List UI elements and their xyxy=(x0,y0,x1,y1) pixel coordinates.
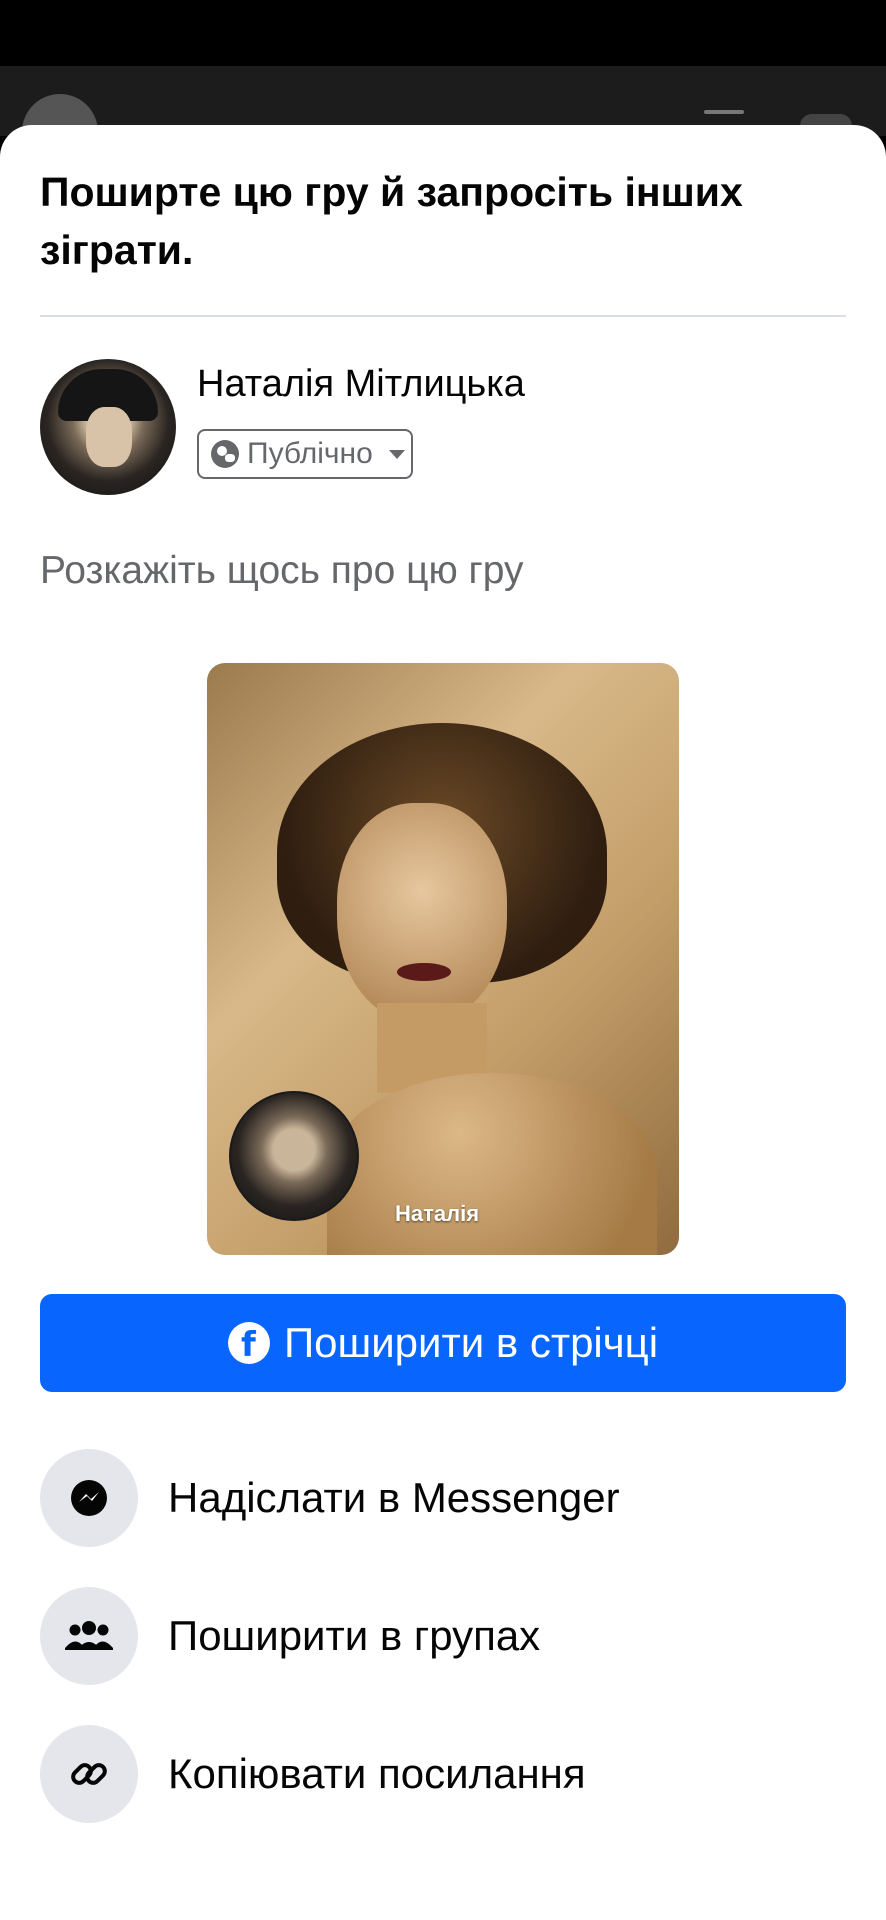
player-avatar xyxy=(229,1091,359,1221)
status-bar xyxy=(0,0,886,66)
copy-link-label: Копіювати посилання xyxy=(168,1750,586,1797)
copy-link-button[interactable]: Копіювати посилання xyxy=(40,1724,846,1824)
game-preview-image: Наталія xyxy=(207,663,679,1255)
menu-icon xyxy=(704,110,744,114)
share-bottom-sheet: Поширте цю гру й запросіть інших зіграти… xyxy=(0,125,886,1920)
send-in-messenger-label: Надіслати в Messenger xyxy=(168,1474,620,1521)
privacy-label: Публічно xyxy=(247,437,373,470)
privacy-selector[interactable]: Публічно xyxy=(197,429,413,479)
sheet-title: Поширте цю гру й запросіть інших зіграти… xyxy=(40,169,743,273)
link-icon xyxy=(40,1725,138,1823)
post-text-input[interactable]: Розкажіть щось про цю гру xyxy=(40,549,524,593)
divider xyxy=(40,315,846,317)
user-name: Наталія Мітлицька xyxy=(197,363,525,405)
share-to-feed-button[interactable]: Поширити в стрічці xyxy=(40,1294,846,1392)
share-to-feed-label: Поширити в стрічці xyxy=(283,1319,659,1366)
share-in-groups-label: Поширити в групах xyxy=(168,1612,541,1659)
messenger-icon xyxy=(40,1449,138,1547)
groups-icon xyxy=(40,1587,138,1685)
share-in-groups-button[interactable]: Поширити в групах xyxy=(40,1586,846,1686)
user-avatar xyxy=(40,359,176,495)
player-name-label: Наталія xyxy=(395,1201,480,1226)
globe-icon xyxy=(211,440,239,468)
caret-down-icon xyxy=(388,449,405,459)
send-in-messenger-button[interactable]: Надіслати в Messenger xyxy=(40,1448,846,1548)
facebook-icon xyxy=(227,1322,270,1366)
